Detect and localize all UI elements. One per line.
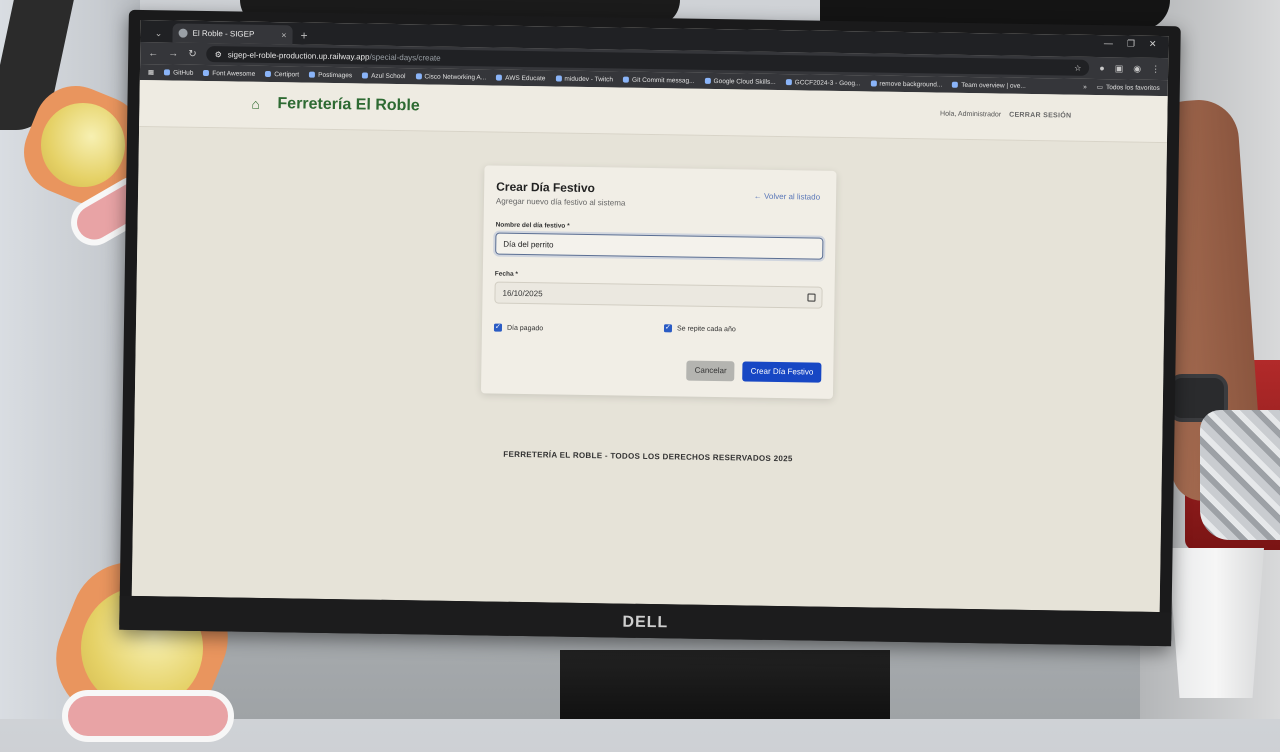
bookmark-item[interactable]: GCCF2024-3 - Goog... <box>785 79 860 87</box>
close-window-icon[interactable]: ✕ <box>1149 39 1157 50</box>
options: ✓ Día pagado ✓ Se repite cada año <box>493 322 822 341</box>
reload-icon[interactable]: ↻ <box>188 48 197 59</box>
checkmark-icon: ✓ <box>493 323 503 332</box>
extensions-puzzle-icon[interactable]: ▣ <box>1115 63 1124 74</box>
monitor-stand <box>560 650 890 719</box>
maximize-icon[interactable]: ❐ <box>1127 38 1135 49</box>
repeats-yearly-checkbox[interactable]: ✓ Se repite cada año <box>663 324 736 333</box>
create-holiday-button[interactable]: Crear Día Festivo <box>742 361 822 383</box>
bookmark-item[interactable]: midudev - Twitch <box>555 75 613 83</box>
date-input[interactable]: 16/10/2025 <box>494 281 823 309</box>
new-tab-button[interactable]: + <box>300 26 307 44</box>
back-arrow-icon[interactable]: ← <box>148 48 158 59</box>
repeats-yearly-label: Se repite cada año <box>676 324 736 333</box>
greeting: Hola, Administrador <box>939 110 1002 119</box>
calendar-icon[interactable] <box>807 293 816 302</box>
bookmark-item[interactable]: remove background... <box>870 80 942 88</box>
bookmark-item[interactable]: Git Commit messag... <box>623 76 695 84</box>
date-value: 16/10/2025 <box>502 288 543 299</box>
cancel-button[interactable]: Cancelar <box>686 360 735 382</box>
web-page: ⌂ Ferretería El Roble Hola, Administrado… <box>131 79 1168 613</box>
bookmark-item[interactable]: Certiport <box>265 70 299 78</box>
bookmark-item[interactable]: GitHub <box>164 69 193 76</box>
apps-grid-icon[interactable]: ▦ <box>148 68 154 76</box>
foil-bag <box>1200 410 1280 540</box>
extension-icon[interactable]: ● <box>1099 63 1105 74</box>
holiday-name-input[interactable] <box>495 232 824 260</box>
create-holiday-form: Crear Día Festivo Agregar nuevo día fest… <box>480 165 837 399</box>
all-bookmarks-folder[interactable]: ▭ Todos los favoritos <box>1097 83 1160 92</box>
form-actions: Cancelar Crear Día Festivo <box>686 360 822 383</box>
paid-day-checkbox[interactable]: ✓ Día pagado <box>493 323 544 333</box>
url-host: sigep-el-roble-production.up.railway.app <box>227 49 370 62</box>
profile-icon[interactable]: ◉ <box>1133 63 1141 74</box>
site-info-icon[interactable]: ⚙ <box>215 50 222 59</box>
bookmark-item[interactable]: AWS Educate <box>496 74 545 82</box>
dell-logo: DELL <box>622 613 669 632</box>
sun-sticker <box>11 73 166 254</box>
url-path: /special-days/create <box>369 52 441 63</box>
forward-arrow-icon[interactable]: → <box>168 48 178 59</box>
bookmark-item[interactable]: Font Awesome <box>203 69 255 77</box>
back-to-list-link[interactable]: ← Volver al listado <box>754 192 820 202</box>
browser-tab[interactable]: El Roble - SIGEP × <box>172 23 293 45</box>
logout-button[interactable]: CERRAR SESIÓN <box>1009 112 1071 120</box>
bookmark-item[interactable]: Google Cloud Skills... <box>704 77 776 85</box>
paid-day-label: Día pagado <box>506 324 544 332</box>
folder-icon: ▭ <box>1096 83 1104 92</box>
footer-text: FERRETERÍA EL ROBLE - TODOS LOS DERECHOS… <box>503 449 793 464</box>
user-nav: Hola, Administrador CERRAR SESIÓN <box>940 111 1071 120</box>
date-label: Fecha * <box>494 270 519 278</box>
brand-name: Ferretería El Roble <box>277 95 420 115</box>
bookmark-item[interactable]: Postimages <box>309 71 352 79</box>
bookmark-item[interactable]: Cisco Networking A... <box>415 73 486 81</box>
hardware-store-icon: ⌂ <box>251 95 261 112</box>
bookmark-item[interactable]: Azul School <box>362 72 405 80</box>
holiday-name-label: Nombre del día festivo * <box>495 221 570 230</box>
menu-kebab-icon[interactable]: ⋮ <box>1151 63 1160 74</box>
close-tab-icon[interactable]: × <box>281 30 286 40</box>
brand[interactable]: ⌂ Ferretería El Roble <box>251 95 420 116</box>
minimize-icon[interactable]: — <box>1104 38 1113 49</box>
monitor: ⌄ El Roble - SIGEP × + — ❐ ✕ ← → ↻ ⚙ sig… <box>119 9 1181 647</box>
bookmark-item[interactable]: Team overview | ove... <box>952 81 1026 89</box>
more-bookmarks-icon[interactable]: » <box>1083 83 1087 90</box>
tab-title: El Roble - SIGEP <box>192 28 255 39</box>
favicon-icon <box>178 28 188 38</box>
paper-cup <box>1168 548 1264 698</box>
bookmark-star-icon[interactable]: ☆ <box>1074 63 1081 72</box>
screen: ⌄ El Roble - SIGEP × + — ❐ ✕ ← → ↻ ⚙ sig… <box>131 19 1169 613</box>
tab-search-icon[interactable]: ⌄ <box>150 24 166 42</box>
checkmark-icon: ✓ <box>663 324 673 333</box>
